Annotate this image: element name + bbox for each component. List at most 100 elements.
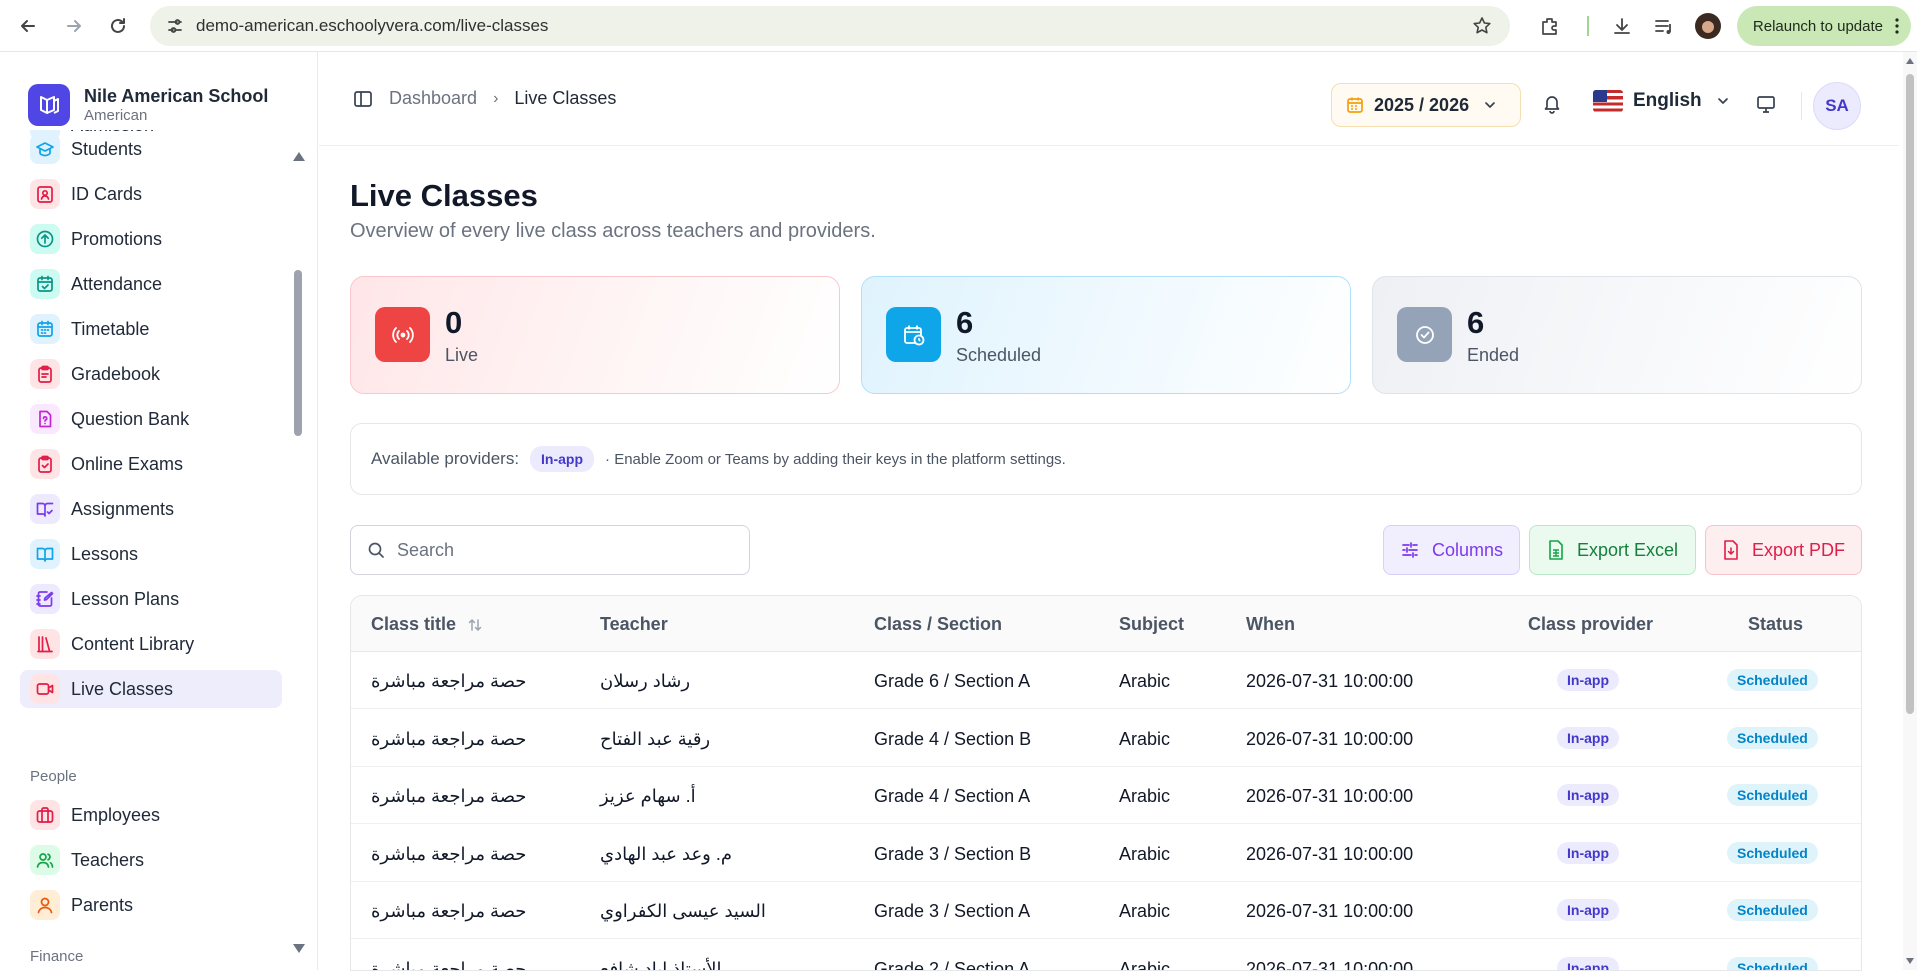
provider-badge: In-app <box>1557 842 1619 864</box>
address-bar[interactable]: demo-american.eschoolyvera.com/live-clas… <box>150 6 1510 46</box>
header-divider <box>1801 92 1802 120</box>
clipboard-icon <box>30 359 60 389</box>
calendar-clock-icon <box>886 307 941 362</box>
page-scroll-thumb[interactable] <box>1906 74 1914 714</box>
user-avatar[interactable]: SA <box>1813 82 1861 130</box>
sidebar-scrollbar[interactable] <box>294 270 302 436</box>
check-circle-icon <box>1397 307 1452 362</box>
reload-icon[interactable] <box>104 12 132 40</box>
language-select[interactable]: English <box>1593 90 1730 112</box>
site-info-icon[interactable] <box>166 17 184 35</box>
sidebar-item-question-bank[interactable]: Question Bank <box>20 400 282 438</box>
table-header: Class title Teacher Class / Section Subj… <box>351 596 1861 652</box>
sidebar-toggle-icon[interactable] <box>353 89 373 109</box>
col-header-provider[interactable]: Class provider <box>1528 614 1653 635</box>
col-header-subject[interactable]: Subject <box>1119 614 1184 635</box>
media-control-icon[interactable] <box>1653 15 1675 37</box>
notifications-bell-icon[interactable] <box>1541 92 1563 114</box>
table-row[interactable]: حصة مراجعة مباشرةرشاد رسلانGrade 6 / Sec… <box>351 652 1861 709</box>
briefcase-icon <box>30 800 60 830</box>
provider-badge: In-app <box>1557 899 1619 921</box>
breadcrumb-dashboard[interactable]: Dashboard <box>389 88 477 109</box>
table-row[interactable]: حصة مراجعة مباشرةرقية عبد الفتاحGrade 4 … <box>351 710 1861 767</box>
sidebar-item-id-cards[interactable]: ID Cards <box>20 175 282 213</box>
calendar-grid-icon <box>30 314 60 344</box>
cell-subject: Arabic <box>1119 671 1170 692</box>
export-pdf-button[interactable]: Export PDF <box>1705 525 1862 575</box>
cell-when: 2026-07-31 10:00:00 <box>1246 959 1413 971</box>
clipboard-check-icon <box>30 449 60 479</box>
cell-teacher: م. وعد عبد الهادي <box>600 844 732 865</box>
forward-icon[interactable] <box>60 12 88 40</box>
scroll-down-arrow[interactable] <box>1906 958 1914 964</box>
sidebar-item-label: Content Library <box>71 634 194 655</box>
id-card-icon <box>30 179 60 209</box>
sidebar-item-live-classes[interactable]: Live Classes <box>20 670 282 708</box>
cell-class-title: حصة مراجعة مباشرة <box>371 844 526 865</box>
stat-card-live: 0 Live <box>350 276 840 394</box>
table-row[interactable]: حصة مراجعة مباشرةأ. سهام عزيزGrade 4 / S… <box>351 767 1861 824</box>
stat-value: 0 <box>445 305 462 341</box>
extensions-icon[interactable] <box>1539 15 1561 37</box>
columns-button[interactable]: Columns <box>1383 525 1520 575</box>
brand-subtitle: American <box>84 107 268 125</box>
sidebar-item-students[interactable]: Students <box>20 130 282 168</box>
profile-avatar-icon[interactable] <box>1695 13 1721 39</box>
relaunch-label: Relaunch to update <box>1753 18 1883 35</box>
table-row[interactable]: حصة مراجعة مباشرةالأستاذ إياد شافعGrade … <box>351 940 1861 971</box>
relaunch-button[interactable]: Relaunch to update <box>1737 6 1911 46</box>
sidebar-scroll-down[interactable] <box>293 944 305 953</box>
export-excel-button[interactable]: Export Excel <box>1529 525 1696 575</box>
search-input[interactable] <box>397 540 727 561</box>
cell-subject: Arabic <box>1119 844 1170 865</box>
bookmark-star-icon[interactable] <box>1472 16 1492 36</box>
sidebar-item-assignments[interactable]: Assignments <box>20 490 282 528</box>
cell-class-section: Grade 3 / Section B <box>874 844 1031 865</box>
table-row[interactable]: حصة مراجعة مباشرةالسيد عيسى الكفراويGrad… <box>351 882 1861 939</box>
col-header-when[interactable]: When <box>1246 614 1295 635</box>
col-header-title[interactable]: Class title <box>371 614 483 635</box>
sidebar-item-lesson-plans[interactable]: Lesson Plans <box>20 580 282 618</box>
sort-icon[interactable] <box>467 617 483 633</box>
columns-label: Columns <box>1432 540 1503 561</box>
cell-subject: Arabic <box>1119 959 1170 971</box>
section-label-finance: Finance <box>30 948 83 965</box>
sidebar-item-online-exams[interactable]: Online Exams <box>20 445 282 483</box>
brand[interactable]: Nile American School American <box>28 84 268 126</box>
status-badge: Scheduled <box>1727 957 1818 971</box>
academic-year-select[interactable]: 2025 / 2026 <box>1331 83 1521 127</box>
live-classes-table: Class title Teacher Class / Section Subj… <box>350 595 1862 971</box>
sidebar-item-content-library[interactable]: Content Library <box>20 625 282 663</box>
status-badge: Scheduled <box>1727 842 1818 864</box>
sidebar-item-promotions[interactable]: Promotions <box>20 220 282 258</box>
sidebar-item-label: Lesson Plans <box>71 589 179 610</box>
graduation-cap-icon <box>30 134 60 164</box>
sidebar-item-timetable[interactable]: Timetable <box>20 310 282 348</box>
display-mode-icon[interactable] <box>1755 93 1777 115</box>
sidebar-item-teachers[interactable]: Teachers <box>20 841 282 879</box>
col-header-teacher[interactable]: Teacher <box>600 614 668 635</box>
pdf-file-icon <box>1722 540 1740 560</box>
sidebar: Nile American School American Admission … <box>0 52 318 970</box>
back-icon[interactable] <box>14 12 42 40</box>
cell-teacher: أ. سهام عزيز <box>600 786 696 807</box>
sidebar-item-label: Promotions <box>71 229 162 250</box>
page-scrollbar[interactable] <box>1903 52 1917 970</box>
scroll-up-arrow[interactable] <box>1906 58 1914 64</box>
sidebar-item-label: Assignments <box>71 499 174 520</box>
sidebar-item-label: Employees <box>71 805 160 826</box>
sidebar-nav-people: Employees Teachers Parents <box>20 796 282 931</box>
sidebar-item-employees[interactable]: Employees <box>20 796 282 834</box>
col-header-status[interactable]: Status <box>1748 614 1803 635</box>
status-badge: Scheduled <box>1727 727 1818 749</box>
sidebar-item-parents[interactable]: Parents <box>20 886 282 924</box>
cell-class-title: حصة مراجعة مباشرة <box>371 901 526 922</box>
col-header-section[interactable]: Class / Section <box>874 614 1002 635</box>
sidebar-item-lessons[interactable]: Lessons <box>20 535 282 573</box>
sidebar-item-label: Students <box>71 139 142 160</box>
sidebar-item-gradebook[interactable]: Gradebook <box>20 355 282 393</box>
sidebar-scroll-up[interactable] <box>293 152 305 161</box>
table-row[interactable]: حصة مراجعة مباشرة م. وعد عبد الهادي Grade … <box>351 825 1861 882</box>
sidebar-item-attendance[interactable]: Attendance <box>20 265 282 303</box>
download-icon[interactable] <box>1611 15 1633 37</box>
